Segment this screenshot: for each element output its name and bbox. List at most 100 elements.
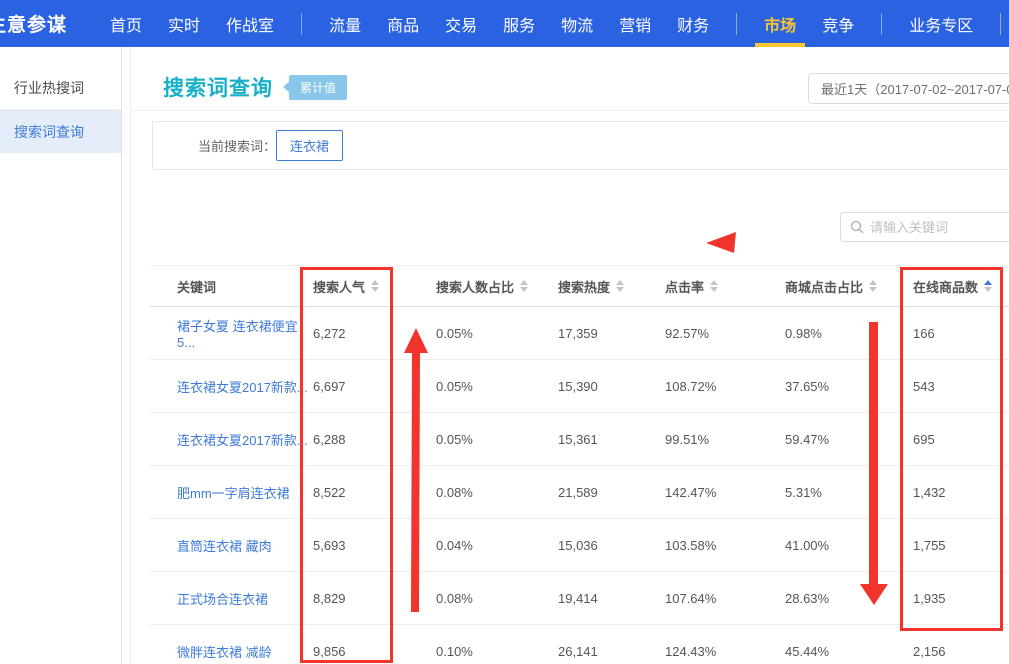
nav-item-11[interactable]: 竞争 <box>809 0 867 47</box>
keyword-link[interactable]: 裙子女夏 连衣裙便宜5... <box>177 319 298 350</box>
sort-toggle[interactable] <box>984 280 992 292</box>
sort-toggle[interactable] <box>371 280 379 292</box>
cell-keyword: 肥mm一字肩连衣裙 <box>150 483 313 502</box>
sort-asc-icon <box>869 280 877 285</box>
current-search-label: 当前搜索词： <box>198 136 276 155</box>
table-row: 连衣裙女夏2017新款...6,2880.05%15,36199.51%59.4… <box>150 413 1009 466</box>
cell-online_products: 543 <box>913 379 1009 394</box>
table-row: 裙子女夏 连衣裙便宜5... 6,2720.05%17,35992.57%0.98… <box>150 307 1009 360</box>
cell-searcher_share: 0.04% <box>436 538 558 553</box>
date-range-selector[interactable]: 最近1天（2017-07-02~2017-07-02） <box>808 73 1009 104</box>
table-row: 连衣裙女夏2017新款...6,6970.05%15,390108.72%37.… <box>150 360 1009 413</box>
cell-click_rate: 103.58% <box>665 538 785 553</box>
nav-menu: 首页实时作战室流量商品交易服务物流营销财务市场竞争业务专区取数 <box>97 0 1009 47</box>
sort-toggle[interactable] <box>710 280 718 292</box>
nav-item-0[interactable]: 首页 <box>97 0 155 47</box>
page-title: 搜索词查询 <box>163 72 273 102</box>
sort-desc-icon <box>710 287 718 292</box>
nav-item-1[interactable]: 实时 <box>155 0 213 47</box>
nav-divider <box>881 13 882 35</box>
cell-searcher_share: 0.10% <box>436 644 558 659</box>
nav-item-4[interactable]: 商品 <box>374 0 432 47</box>
sort-desc-icon <box>869 287 877 292</box>
keyword-link[interactable]: 连衣裙女夏2017新款... <box>177 380 308 395</box>
keyword-link[interactable]: 直筒连衣裙 藏肉 <box>177 539 272 554</box>
keyword-link[interactable]: 微胖连衣裙 减龄 <box>177 645 272 660</box>
cell-mall_click_share: 0.98% <box>785 326 913 341</box>
sidebar-item-1[interactable]: 搜索词查询 <box>0 110 121 153</box>
column-header-0: 关键词 <box>150 277 313 296</box>
sidebar-item-0[interactable]: 行业热搜词 <box>0 67 121 110</box>
nav-divider <box>1000 13 1001 35</box>
nav-item-12[interactable]: 业务专区 <box>896 0 986 47</box>
cell-search_popularity: 8,522 <box>313 485 436 500</box>
column-header-5: 商城点击占比 <box>785 277 913 296</box>
column-header-1: 搜索人气 <box>313 277 436 296</box>
cell-online_products: 166 <box>913 326 1009 341</box>
sort-desc-icon <box>616 287 624 292</box>
cell-click_rate: 92.57% <box>665 326 785 341</box>
table-row: 直筒连衣裙 藏肉5,6930.04%15,036103.58%41.00%1,7… <box>150 519 1009 572</box>
top-navbar: 生意参谋 首页实时作战室流量商品交易服务物流营销财务市场竞争业务专区取数 <box>0 0 1009 47</box>
nav-item-5[interactable]: 交易 <box>432 0 490 47</box>
column-header-label: 搜索人气 <box>313 277 365 296</box>
sort-toggle[interactable] <box>616 280 624 292</box>
keyword-link[interactable]: 肥mm一字肩连衣裙 <box>177 486 290 501</box>
cell-click_rate: 107.64% <box>665 591 785 606</box>
cell-online_products: 695 <box>913 432 1009 447</box>
nav-item-2[interactable]: 作战室 <box>213 0 287 47</box>
nav-item-7[interactable]: 物流 <box>548 0 606 47</box>
column-header-3: 搜索热度 <box>558 277 665 296</box>
table-row: 微胖连衣裙 减龄9,8560.10%26,141124.43%45.44%2,1… <box>150 625 1009 664</box>
nav-item-8[interactable]: 营销 <box>606 0 664 47</box>
cell-search_popularity: 8,829 <box>313 591 436 606</box>
cell-mall_click_share: 28.63% <box>785 591 913 606</box>
brand-logo[interactable]: 生意参谋 <box>0 10 67 37</box>
sort-asc-icon <box>710 280 718 285</box>
nav-item-9[interactable]: 财务 <box>664 0 722 47</box>
cell-mall_click_share: 45.44% <box>785 644 913 659</box>
cell-search_heat: 17,359 <box>558 326 665 341</box>
cell-search_heat: 15,361 <box>558 432 665 447</box>
cell-keyword: 裙子女夏 连衣裙便宜5... <box>150 316 313 350</box>
nav-item-3[interactable]: 流量 <box>316 0 374 47</box>
cell-searcher_share: 0.05% <box>436 432 558 447</box>
table-body: 裙子女夏 连衣裙便宜5...6,2720.05%17,35992.57%0.98… <box>150 307 1009 664</box>
sort-toggle[interactable] <box>869 280 877 292</box>
cell-click_rate: 108.72% <box>665 379 785 394</box>
cell-keyword: 直筒连衣裙 藏肉 <box>150 536 313 555</box>
current-search-card: 当前搜索词： 连衣裙 <box>152 121 1009 170</box>
cell-searcher_share: 0.05% <box>436 326 558 341</box>
column-header-4: 点击率 <box>665 277 785 296</box>
keywords-table: 关键词搜索人气 搜索人数占比搜索热度点击率商城点击占比在线商品数 裙子女夏 连衣裙… <box>150 265 1009 664</box>
cell-search_popularity: 6,272 <box>313 326 436 341</box>
search-icon <box>850 220 864 234</box>
sort-desc-icon <box>984 287 992 292</box>
nav-item-6[interactable]: 服务 <box>490 0 548 47</box>
column-header-6: 在线商品数 <box>913 277 1009 296</box>
keyword-search-box <box>840 212 1009 242</box>
column-header-2: 搜索人数占比 <box>436 277 558 296</box>
cumulative-badge: 累计值 <box>289 75 347 100</box>
cell-searcher_share: 0.08% <box>436 591 558 606</box>
sort-asc-icon <box>520 280 528 285</box>
keyword-search-input[interactable] <box>870 220 1009 235</box>
sort-toggle[interactable] <box>520 280 528 292</box>
cell-mall_click_share: 41.00% <box>785 538 913 553</box>
current-search-term-tag[interactable]: 连衣裙 <box>276 130 343 161</box>
keyword-link[interactable]: 连衣裙女夏2017新款... <box>177 433 308 448</box>
cell-search_heat: 21,589 <box>558 485 665 500</box>
cell-mall_click_share: 37.65% <box>785 379 913 394</box>
cell-search_heat: 19,414 <box>558 591 665 606</box>
cell-keyword: 微胖连衣裙 减龄 <box>150 642 313 661</box>
cell-click_rate: 99.51% <box>665 432 785 447</box>
cell-keyword: 正式场合连衣裙 <box>150 589 313 608</box>
page-header: 搜索词查询 累计值 <box>163 72 347 102</box>
cell-search_popularity: 6,288 <box>313 432 436 447</box>
keyword-link[interactable]: 正式场合连衣裙 <box>177 592 268 607</box>
cell-search_popularity: 6,697 <box>313 379 436 394</box>
cell-search_heat: 15,390 <box>558 379 665 394</box>
sort-asc-icon <box>984 280 992 285</box>
nav-item-10[interactable]: 市场 <box>751 0 809 47</box>
cell-online_products: 1,432 <box>913 485 1009 500</box>
